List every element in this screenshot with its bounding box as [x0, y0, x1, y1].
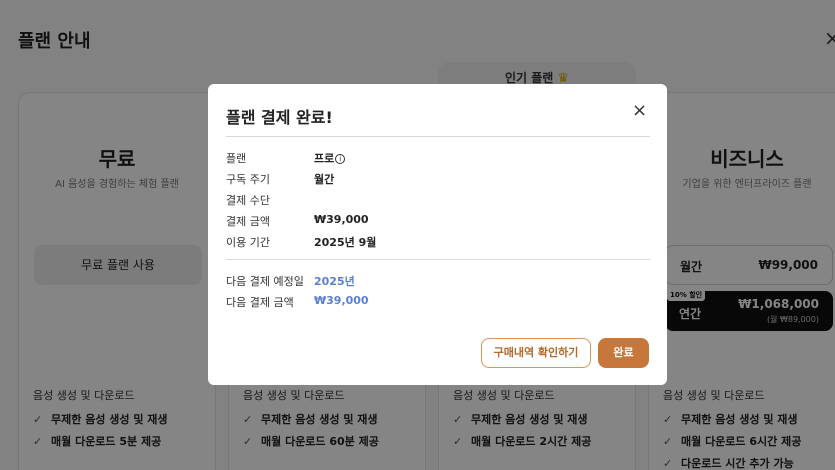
detail-key: 구독 주기: [226, 173, 270, 186]
close-icon[interactable]: ×: [632, 100, 647, 121]
detail-value: ₩39,000: [314, 213, 369, 226]
detail-value: 프로 i: [314, 150, 346, 166]
done-button[interactable]: 완료: [598, 338, 649, 368]
modal-title: 플랜 결제 완료!: [226, 108, 333, 127]
detail-key: 결제 수단: [226, 194, 270, 207]
detail-key: 이용 기간: [226, 236, 270, 249]
detail-key: 다음 결제 금액: [226, 296, 294, 309]
divider: [226, 136, 650, 137]
purchase-history-button[interactable]: 구매내역 확인하기: [481, 338, 591, 368]
divider: [226, 259, 650, 260]
payment-complete-modal: 플랜 결제 완료! × 플랜 프로 i 구독 주기 월간 결제 수단 결제 금액 …: [208, 84, 667, 385]
detail-key: 플랜: [226, 152, 247, 165]
detail-value: ₩39,000: [314, 294, 369, 307]
detail-key: 다음 결제 예정일: [226, 275, 304, 288]
detail-value: 2025년: [314, 275, 355, 288]
detail-key: 결제 금액: [226, 215, 270, 228]
detail-value: 월간: [314, 173, 335, 186]
info-icon[interactable]: i: [335, 154, 346, 164]
detail-value: 2025년 9월: [314, 236, 377, 249]
plan-value: 프로: [314, 152, 335, 165]
